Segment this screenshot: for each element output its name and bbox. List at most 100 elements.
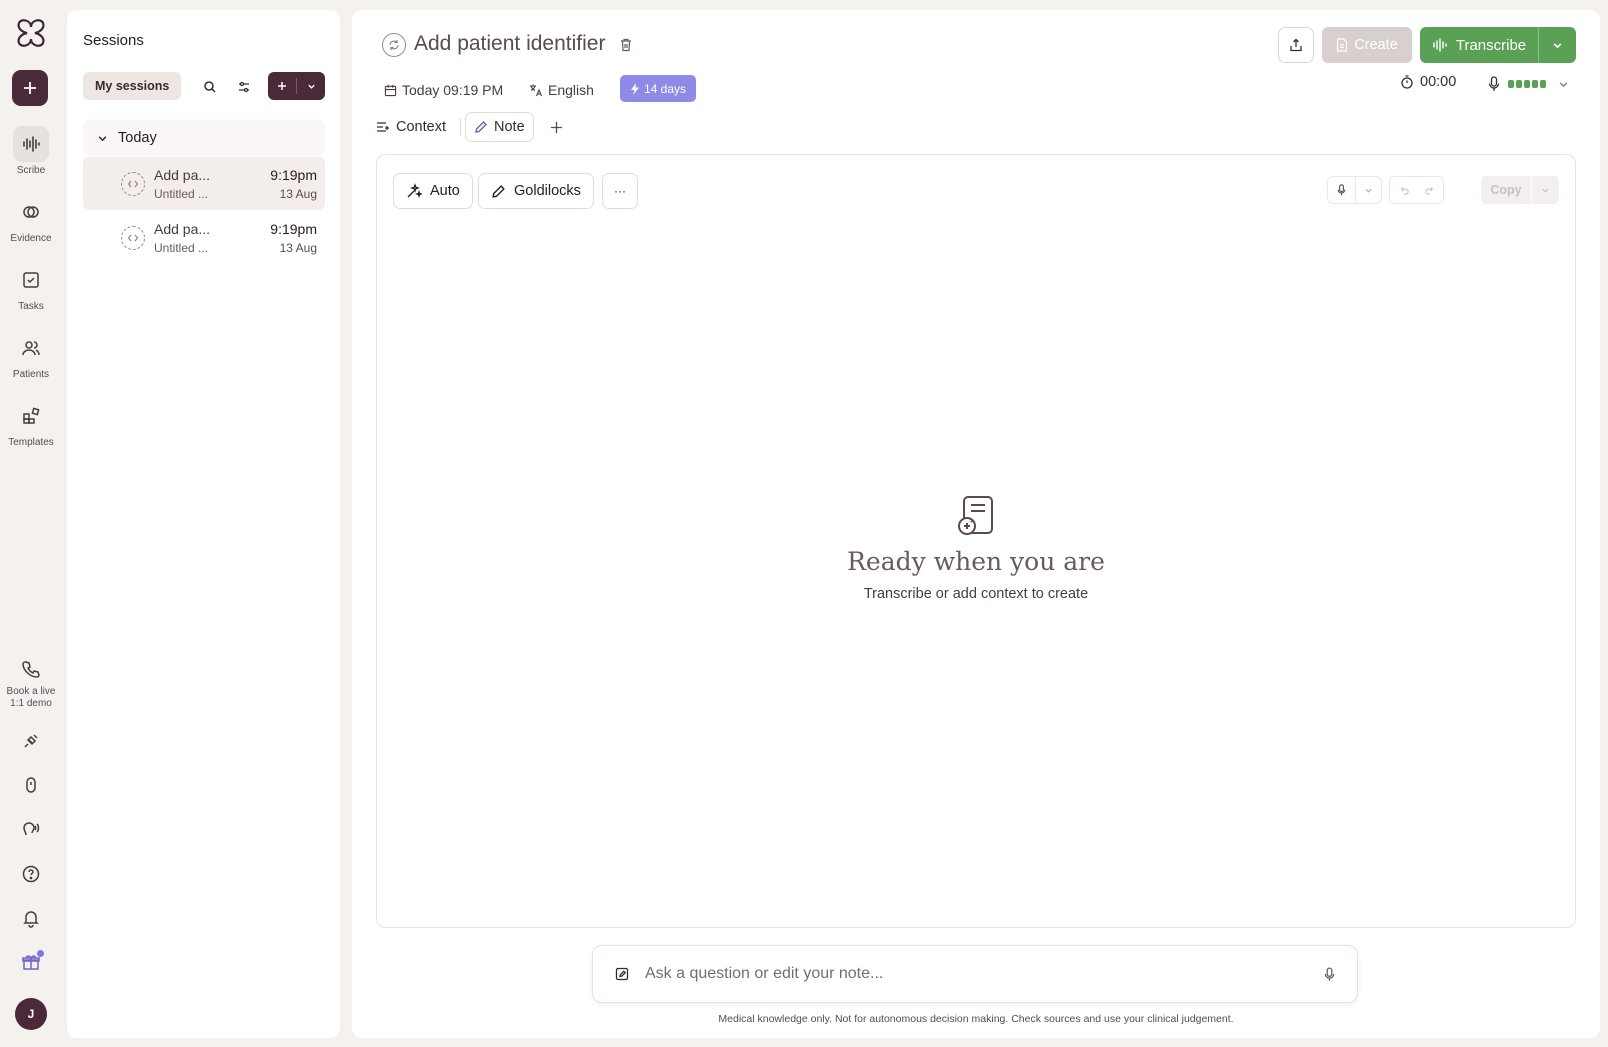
- add-session-button[interactable]: [268, 72, 296, 100]
- add-session-dropdown[interactable]: [297, 72, 325, 100]
- context-lines-icon: [376, 121, 390, 133]
- tab-context-label: Context: [396, 119, 446, 135]
- patients-icon: [21, 338, 41, 358]
- note-editor[interactable]: Auto Goldilocks ··· Copy Ready when you …: [376, 154, 1576, 928]
- delete-button[interactable]: [620, 38, 632, 52]
- add-session-split-button: [268, 72, 325, 100]
- rail-label-scribe: Scribe: [16, 165, 46, 176]
- rail-item-evidence[interactable]: Evidence: [0, 194, 62, 245]
- add-tab-button[interactable]: [545, 116, 567, 138]
- rail-gift-button[interactable]: [13, 947, 49, 977]
- share-button[interactable]: [1278, 27, 1314, 63]
- session-date: 13 Aug: [279, 187, 317, 201]
- more-options-label: ···: [614, 184, 626, 198]
- voice-icon: [21, 819, 41, 839]
- avatar[interactable]: J: [15, 998, 47, 1030]
- tab-note-label: Note: [494, 119, 525, 135]
- tab-context[interactable]: Context: [368, 112, 454, 142]
- rail-extension-button[interactable]: [13, 770, 49, 800]
- auto-label: Auto: [430, 183, 460, 199]
- rail-item-patients[interactable]: Patients: [0, 330, 62, 381]
- sliders-icon: [237, 80, 251, 94]
- stopwatch-icon: [1400, 75, 1414, 89]
- trash-icon: [620, 38, 632, 52]
- left-rail: Scribe Evidence Tasks Patients Templates…: [0, 0, 62, 1047]
- chevron-down-icon: [307, 82, 316, 91]
- disclaimer-text: Medical knowledge only. Not for autonomo…: [718, 1013, 1234, 1025]
- language-text: English: [548, 82, 594, 98]
- rail-notifications-button[interactable]: [13, 903, 49, 933]
- rail-item-scribe[interactable]: Scribe: [0, 126, 62, 177]
- search-icon: [203, 80, 217, 94]
- logo-icon[interactable]: [13, 15, 49, 51]
- new-session-button[interactable]: [12, 70, 48, 106]
- microphone-icon[interactable]: [1324, 966, 1335, 982]
- sparkle-icon: [406, 183, 422, 199]
- session-item[interactable]: Add pa... Untitled ... 9:19pm 13 Aug: [83, 157, 325, 210]
- main-panel: Add patient identifier Today 09:19 PM En…: [352, 10, 1600, 1038]
- session-timer: 00:00: [1400, 74, 1456, 90]
- waveform-icon: [21, 134, 41, 154]
- tasks-icon: [21, 270, 41, 290]
- copy-button[interactable]: Copy: [1481, 183, 1531, 197]
- retention-badge[interactable]: 14 days: [620, 75, 697, 102]
- transcribe-label: Transcribe: [1455, 36, 1527, 54]
- rail-integrations-button[interactable]: [13, 726, 49, 756]
- session-group-today[interactable]: Today: [83, 120, 325, 156]
- evidence-icon: [21, 202, 41, 222]
- sessions-panel: Sessions My sessions Today Add pa... Unt…: [67, 10, 340, 1038]
- tab-note[interactable]: Note: [465, 112, 534, 142]
- microphone-icon: [1337, 184, 1346, 196]
- microphone-selector[interactable]: [1488, 76, 1569, 92]
- document-icon: [1336, 38, 1348, 52]
- transcribe-dropdown[interactable]: [1539, 40, 1576, 51]
- rail-voice-button[interactable]: [13, 814, 49, 844]
- undo-button[interactable]: [1390, 177, 1417, 203]
- copy-dropdown[interactable]: [1532, 186, 1559, 195]
- plug-icon: [21, 731, 41, 751]
- dictation-button[interactable]: [1328, 177, 1355, 203]
- rail-label-templates: Templates: [8, 437, 54, 448]
- dictation-dropdown[interactable]: [1356, 177, 1381, 203]
- rail-help-button[interactable]: [13, 859, 49, 889]
- mouse-icon: [21, 775, 41, 795]
- session-date: 13 Aug: [279, 241, 317, 255]
- empty-state-title: Ready when you are: [847, 547, 1105, 576]
- template-selector[interactable]: Goldilocks: [478, 173, 594, 209]
- rail-label-patients: Patients: [12, 369, 50, 380]
- plus-icon: [277, 81, 287, 91]
- auto-button[interactable]: Auto: [393, 173, 473, 209]
- calendar-icon: [384, 84, 397, 97]
- notification-dot: [37, 950, 44, 957]
- session-name: Add pa...: [154, 167, 211, 183]
- share-icon: [1289, 38, 1303, 52]
- copy-split-button: Copy: [1481, 176, 1559, 204]
- rail-item-book-demo[interactable]: Book a live 1:1 demo: [0, 655, 62, 710]
- rail-item-templates[interactable]: Templates: [0, 398, 62, 449]
- create-button[interactable]: Create: [1322, 27, 1412, 63]
- ask-bar[interactable]: Ask a question or edit your note...: [592, 945, 1358, 1003]
- session-name: Add pa...: [154, 221, 211, 237]
- transcribe-button[interactable]: Transcribe: [1420, 27, 1538, 63]
- chevron-down-icon: [1541, 186, 1550, 195]
- session-date-meta[interactable]: Today 09:19 PM: [384, 78, 503, 102]
- page-title[interactable]: Add patient identifier: [414, 32, 605, 56]
- note-sparkle-icon: [956, 495, 996, 537]
- search-button[interactable]: [198, 75, 222, 99]
- help-icon: [21, 864, 41, 884]
- more-options-button[interactable]: ···: [602, 173, 638, 209]
- waveform-icon: [1432, 38, 1448, 52]
- patient-identifier-icon[interactable]: [382, 33, 406, 57]
- rail-item-tasks[interactable]: Tasks: [0, 262, 62, 313]
- edit-square-icon: [615, 967, 629, 981]
- chevron-down-icon: [97, 133, 108, 144]
- session-item[interactable]: Add pa... Untitled ... 9:19pm 13 Aug: [83, 211, 325, 264]
- redo-button[interactable]: [1417, 177, 1443, 203]
- my-sessions-filter[interactable]: My sessions: [83, 72, 182, 100]
- language-selector[interactable]: English: [529, 78, 594, 102]
- sessions-title: Sessions: [83, 32, 144, 49]
- group-label: Today: [118, 130, 157, 146]
- ask-input[interactable]: Ask a question or edit your note...: [645, 965, 1324, 983]
- timer-text: 00:00: [1420, 74, 1457, 90]
- filter-button[interactable]: [232, 75, 256, 99]
